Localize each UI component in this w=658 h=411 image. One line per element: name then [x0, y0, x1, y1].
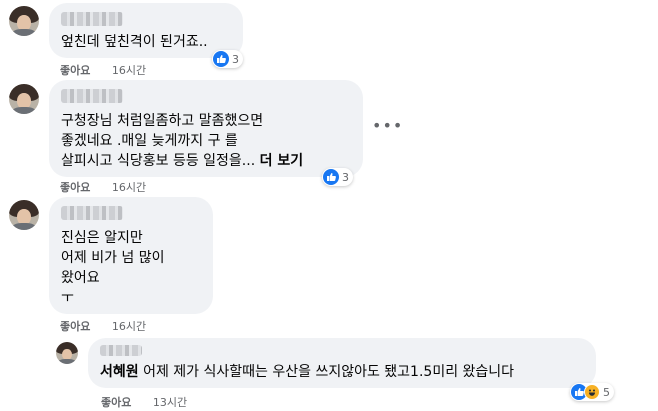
comment-bubble: 진심은 알지만 어제 비가 넘 많이 왔어요 ㅜ: [49, 197, 213, 314]
avatar[interactable]: [56, 342, 78, 364]
author-name-blurred[interactable]: [61, 12, 123, 26]
author-name-blurred[interactable]: [61, 89, 123, 103]
avatar[interactable]: [9, 84, 39, 114]
reply-meta: 좋아요 13시간: [101, 394, 187, 410]
comment-text: 진심은 알지만 어제 비가 넘 많이 왔어요 ㅜ: [61, 230, 165, 306]
avatar[interactable]: [9, 200, 39, 230]
like-icon: [323, 169, 339, 185]
reaction-summary[interactable]: 3: [322, 168, 353, 186]
timestamp[interactable]: 16시간: [112, 64, 146, 77]
like-button[interactable]: 좋아요: [60, 64, 90, 77]
reply-bubble: 서혜원 어제 제가 식사할때는 우산을 쓰지않아도 됐고1.5미리 왔습니다: [88, 338, 596, 388]
reaction-count: 3: [342, 170, 349, 184]
timestamp[interactable]: 16시간: [112, 181, 146, 194]
reaction-count: 5: [603, 385, 610, 399]
author-name-blurred[interactable]: [61, 206, 123, 220]
like-button[interactable]: 좋아요: [101, 396, 131, 409]
reaction-summary[interactable]: 3: [212, 50, 243, 68]
comment-bubble: 구청장님 처럼일좀하고 말좀했으면 좋겠네요 .매일 늦게까지 구 를 살피시고…: [49, 80, 363, 177]
comment-text: 엎친데 덮친격이 된거죠..: [61, 34, 208, 50]
timestamp[interactable]: 16시간: [112, 320, 146, 333]
reaction-count: 3: [232, 52, 239, 66]
comment-text: 구청장님 처럼일좀하고 말좀했으면 좋겠네요 .매일 늦게까지 구 를 살피시고…: [61, 111, 351, 171]
reply-text: 서혜원 어제 제가 식사할때는 우산을 쓰지않아도 됐고1.5미리 왔습니다: [100, 362, 584, 382]
haha-icon: [584, 384, 600, 400]
comment-meta: 좋아요 16시간: [60, 62, 146, 78]
reaction-summary[interactable]: 5: [570, 383, 614, 401]
timestamp[interactable]: 13시간: [153, 396, 187, 409]
comment-meta: 좋아요 16시간: [60, 179, 146, 195]
reply-mention[interactable]: 서혜원: [100, 364, 139, 380]
more-options-icon[interactable]: •••: [372, 116, 403, 135]
see-more-link[interactable]: 더 보기: [260, 153, 304, 169]
comment-text-body: 구청장님 처럼일좀하고 말좀했으면 좋겠네요 .매일 늦게까지 구 를 살피시고…: [61, 113, 264, 169]
comment-meta: 좋아요 16시간: [60, 318, 146, 334]
avatar[interactable]: [9, 6, 39, 36]
like-button[interactable]: 좋아요: [60, 181, 90, 194]
reply-body: 어제 제가 식사할때는 우산을 쓰지않아도 됐고1.5미리 왔습니다: [138, 364, 515, 380]
author-name-blurred[interactable]: [100, 345, 142, 356]
comment-bubble: 엎친데 덮친격이 된거죠..: [49, 3, 243, 58]
like-icon: [213, 51, 229, 67]
like-button[interactable]: 좋아요: [60, 320, 90, 333]
